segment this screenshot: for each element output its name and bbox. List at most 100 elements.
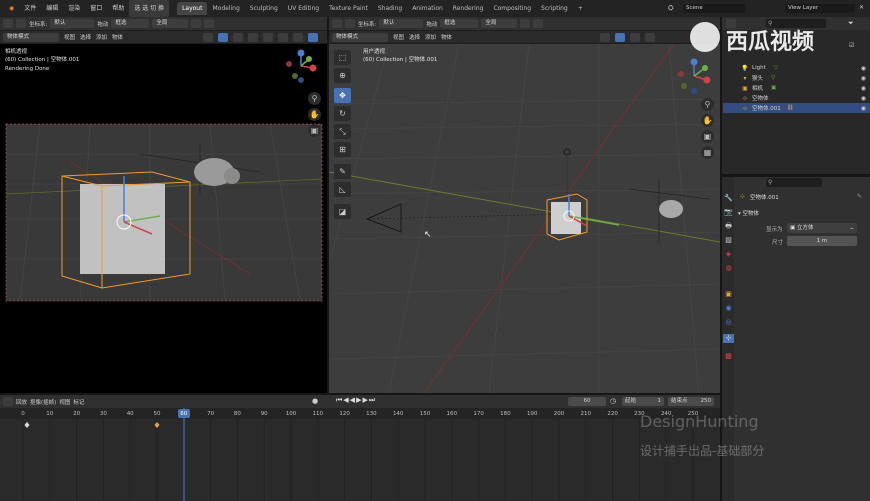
snap-icon[interactable] xyxy=(191,19,202,28)
scene-tab-icon[interactable]: ◈ xyxy=(723,250,734,259)
filter-icon[interactable]: ⏷ xyxy=(848,19,858,28)
blender-logo-icon[interactable]: ◉ xyxy=(4,0,19,17)
eye-icon[interactable]: ◉ xyxy=(861,65,866,72)
menu-view[interactable]: 视图 xyxy=(59,398,70,406)
pan-hand-icon[interactable]: ✋ xyxy=(701,114,714,127)
mode-dropdown[interactable]: 物体模式 xyxy=(3,32,59,42)
tab-texture-paint[interactable]: Texture Paint xyxy=(324,2,373,15)
transform-icon[interactable] xyxy=(16,19,26,28)
cursor-tool[interactable]: ⊕ xyxy=(334,68,351,83)
outliner-item-empty-001[interactable]: ⊹ 空物体.001 ⛓ ◉ xyxy=(723,103,870,113)
end-frame-field[interactable]: 结束点 250 xyxy=(668,397,714,406)
navigation-gizmo[interactable] xyxy=(674,56,714,96)
pivot-dropdown[interactable]: 全局 xyxy=(152,19,189,28)
editor-type-icon[interactable] xyxy=(332,19,342,28)
current-frame-field[interactable]: 60 xyxy=(568,397,606,406)
tab-sculpting[interactable]: Sculpting xyxy=(245,2,283,15)
pin-icon[interactable]: ✎ xyxy=(857,193,862,200)
proportional-icon[interactable] xyxy=(204,19,215,28)
left-viewport-camera-view[interactable]: 相机透视 (60) Collection | 空物体.001 Rendering… xyxy=(0,44,327,393)
transform-icon[interactable] xyxy=(345,19,355,28)
annotate-tool[interactable]: ✎ xyxy=(334,164,351,179)
view-layer-tab-icon[interactable]: ▧ xyxy=(723,236,734,245)
playback-controls[interactable]: ⏮◀◀▶▶⏭ xyxy=(336,396,376,405)
zoom-icon[interactable]: ⚲ xyxy=(308,92,321,105)
eye-icon[interactable]: ◉ xyxy=(861,75,866,82)
tab-modeling[interactable]: Modeling xyxy=(207,2,244,15)
menu-keying[interactable]: 抠像(插帧) xyxy=(30,398,56,406)
outliner-item-light[interactable]: 💡 Light ▽ ◉ xyxy=(723,63,870,73)
rotate-tool[interactable]: ↻ xyxy=(334,106,351,121)
checkbox-icon[interactable]: ☑ xyxy=(849,42,854,49)
object-name[interactable]: 空物体.001 xyxy=(750,193,779,201)
tool-tab-icon[interactable]: 🔧 xyxy=(723,194,734,203)
menu-add[interactable]: 添加 xyxy=(425,33,436,41)
texture-tab-icon[interactable]: ▩ xyxy=(723,352,734,361)
snap-icon[interactable] xyxy=(520,19,531,28)
pivot-dropdown[interactable]: 全局 xyxy=(481,19,518,28)
timeline-editor-icon[interactable] xyxy=(3,397,13,406)
menu-playback[interactable]: 回放 xyxy=(16,398,27,406)
scene-selector[interactable]: Scene xyxy=(683,4,745,13)
shading-rendered-icon[interactable] xyxy=(308,32,318,42)
select-box-tool[interactable]: ⬚ xyxy=(334,50,351,65)
tab-animation[interactable]: Animation xyxy=(407,2,448,15)
menu-select[interactable]: 选择 xyxy=(80,33,91,41)
menu-object[interactable]: 物体 xyxy=(441,33,452,41)
quick-switch-tab[interactable]: 选 选 切 换 xyxy=(129,0,170,17)
transform-tool[interactable]: ⊞ xyxy=(334,142,351,157)
size-field[interactable]: 1 m xyxy=(787,236,857,246)
overlay-toggle-icon[interactable] xyxy=(630,32,640,42)
properties-search-input[interactable]: ⚲ xyxy=(766,178,822,187)
select-mode-dropdown[interactable]: 框选 xyxy=(111,19,150,28)
camera-view-icon[interactable]: ▣ xyxy=(701,130,714,143)
outliner-item-camera[interactable]: ▣ 相机 ▣ ◉ xyxy=(723,83,870,93)
menu-marker[interactable]: 标记 xyxy=(73,398,84,406)
view-layer-close-icon[interactable]: ✕ xyxy=(859,4,868,13)
scale-tool[interactable]: ⤡ xyxy=(334,124,351,139)
outliner-item-empty[interactable]: ⊹ 空物体 ◉ xyxy=(723,93,870,103)
display-as-dropdown[interactable]: ▣ 立方体 ⌄ xyxy=(787,223,857,233)
tab-shading[interactable]: Shading xyxy=(373,2,407,15)
move-tool[interactable]: ✥ xyxy=(334,88,351,103)
menu-view[interactable]: 视图 xyxy=(64,33,75,41)
editor-type-icon[interactable] xyxy=(3,19,13,28)
menu-file[interactable]: 文件 xyxy=(19,0,41,17)
menu-render[interactable]: 渲染 xyxy=(63,0,85,17)
menu-help[interactable]: 帮助 xyxy=(107,0,129,17)
timeline-area[interactable] xyxy=(0,408,720,501)
view-layer-selector[interactable]: View Layer xyxy=(785,4,855,13)
orientation-dropdown[interactable]: 默认 xyxy=(379,19,424,28)
shading-material-icon[interactable] xyxy=(293,32,303,42)
xray-toggle-icon[interactable] xyxy=(645,32,655,42)
visibility-icon[interactable] xyxy=(600,32,610,42)
pan-hand-icon[interactable]: ✋ xyxy=(308,108,321,121)
measure-tool[interactable]: ◺ xyxy=(334,182,351,197)
eye-icon[interactable]: ◉ xyxy=(861,95,866,102)
shading-wire-icon[interactable] xyxy=(263,32,273,42)
tab-uv-editing[interactable]: UV Editing xyxy=(283,2,324,15)
output-tab-icon[interactable]: 🖶 xyxy=(723,222,734,231)
menu-select[interactable]: 选择 xyxy=(409,33,420,41)
orientation-dropdown[interactable]: 默认 xyxy=(50,19,95,28)
section-empty[interactable]: ▾ 空物体 xyxy=(738,209,759,217)
visibility-icon[interactable] xyxy=(203,32,213,42)
object-data-tab-icon[interactable]: ⊹ xyxy=(723,334,734,343)
add-workspace-button[interactable]: + xyxy=(573,2,588,15)
object-tab-icon[interactable]: ▣ xyxy=(723,290,734,299)
tab-rendering[interactable]: Rendering xyxy=(448,2,489,15)
perspective-grid-icon[interactable]: ▦ xyxy=(701,146,714,159)
tab-layout[interactable]: Layout xyxy=(177,2,208,15)
xray-toggle-icon[interactable] xyxy=(248,32,258,42)
mode-dropdown[interactable]: 物体模式 xyxy=(332,32,388,42)
select-mode-dropdown[interactable]: 框选 xyxy=(440,19,479,28)
overlay-toggle-icon[interactable] xyxy=(233,32,243,42)
physics-tab-icon[interactable]: ◎ xyxy=(723,318,734,327)
camera-view-icon[interactable]: ▣ xyxy=(308,124,321,137)
start-frame-field[interactable]: 起始 1 xyxy=(622,397,664,406)
shading-solid-icon[interactable] xyxy=(278,32,288,42)
menu-view[interactable]: 视图 xyxy=(393,33,404,41)
menu-edit[interactable]: 编辑 xyxy=(41,0,63,17)
gizmo-toggle-icon[interactable] xyxy=(615,32,625,42)
add-cube-tool[interactable]: ◪ xyxy=(334,204,351,219)
